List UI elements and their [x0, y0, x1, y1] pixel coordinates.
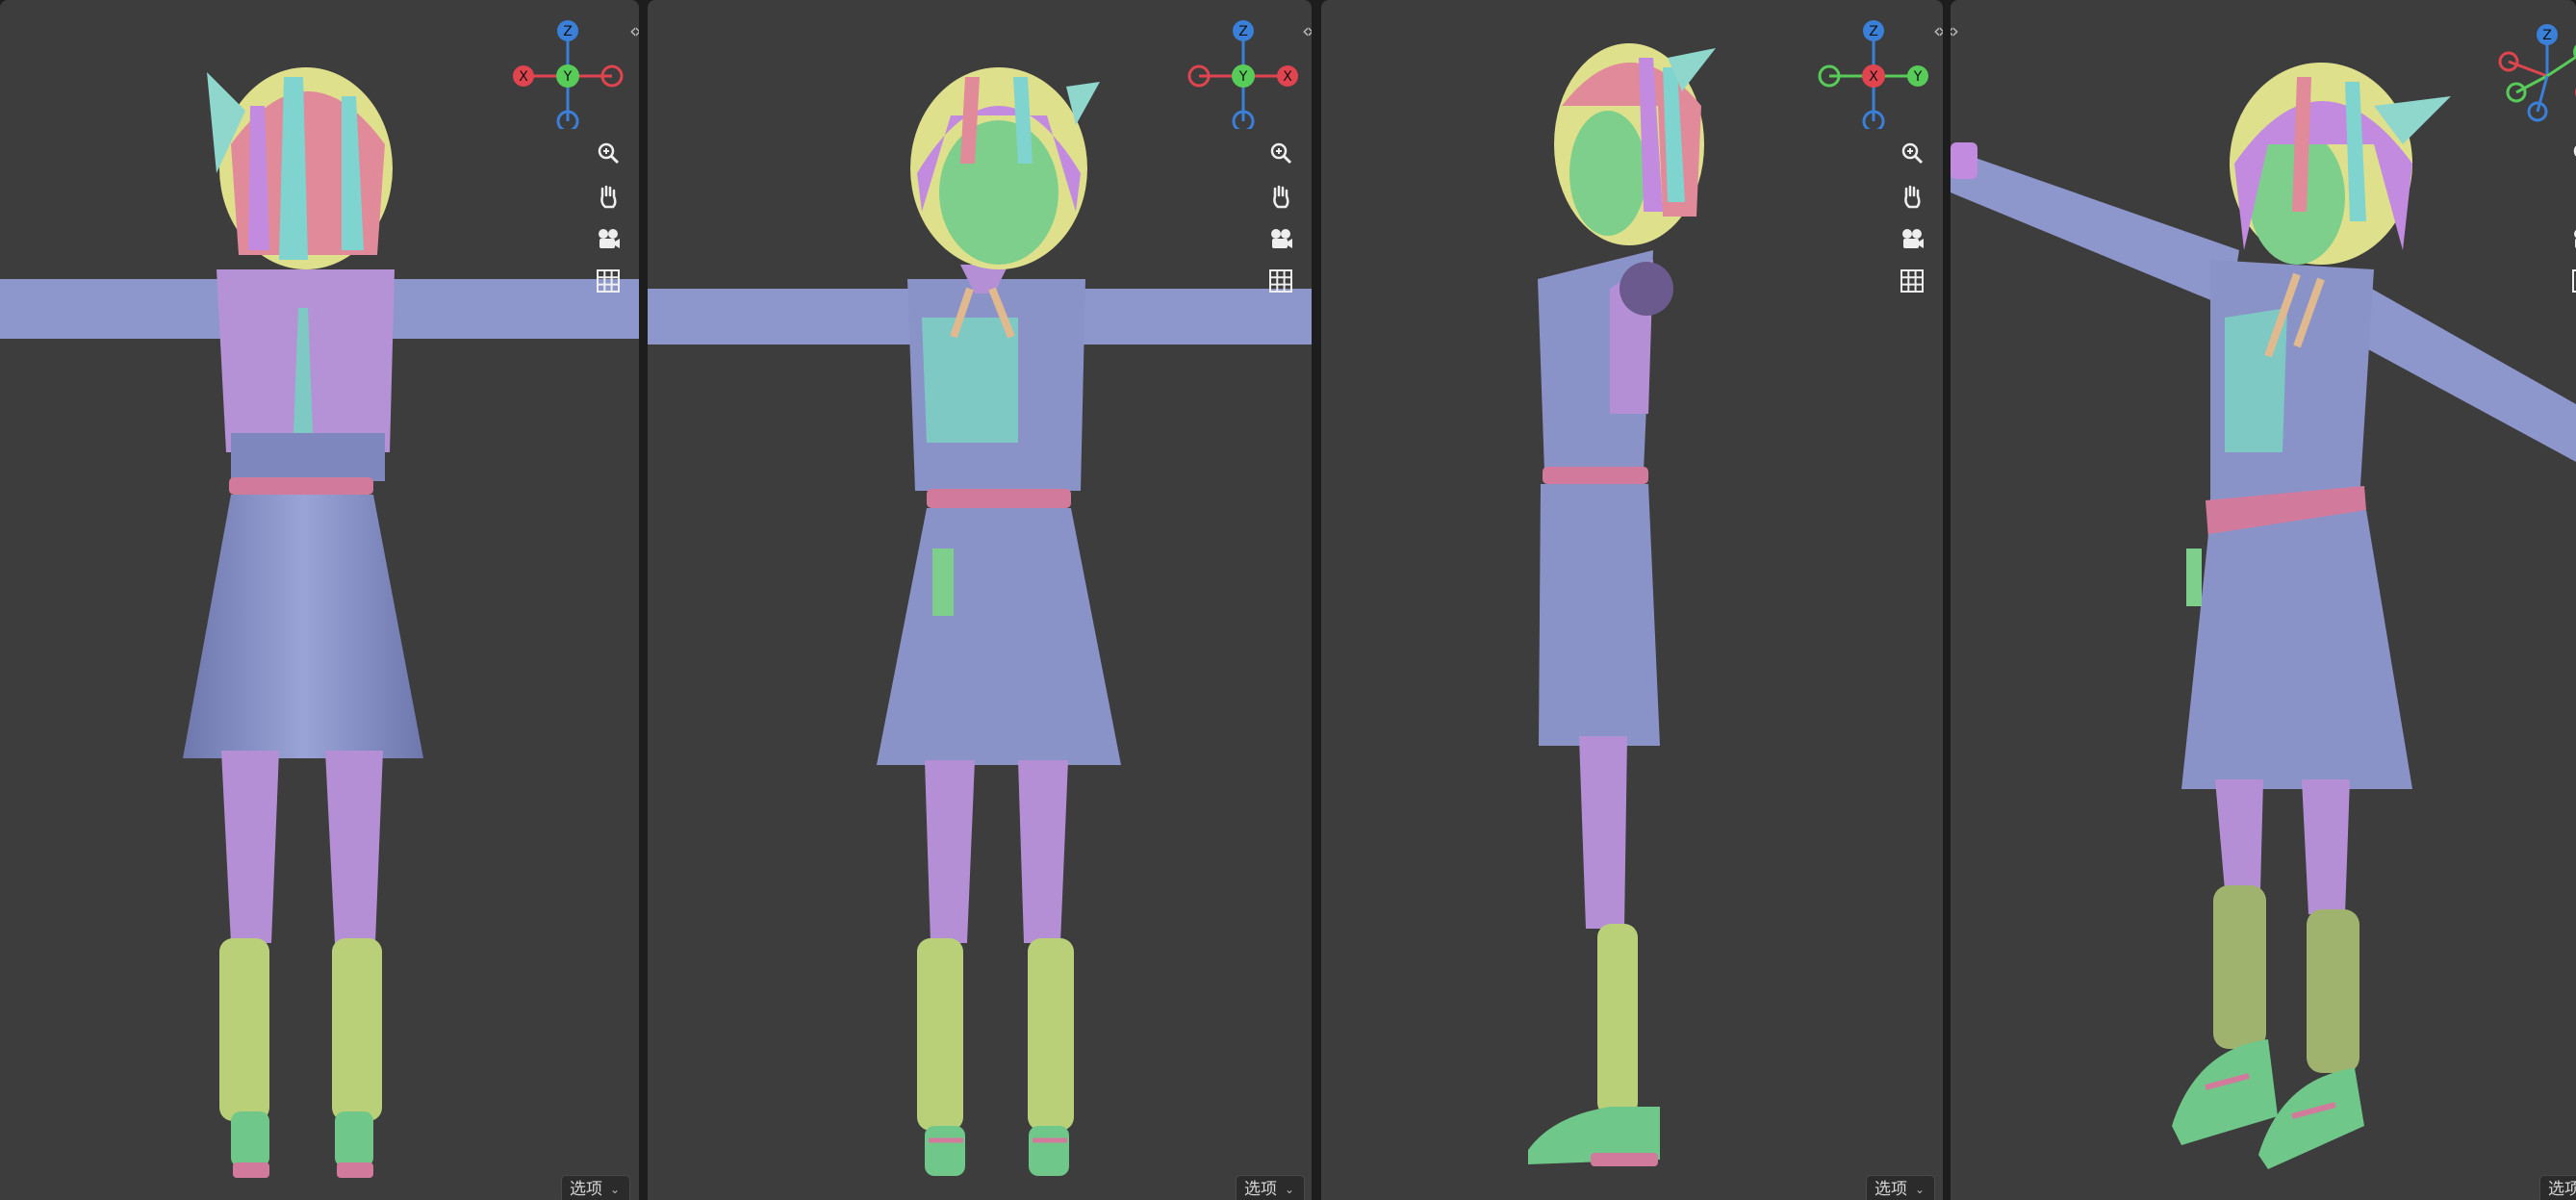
- chevron-down-icon: ⌄: [1915, 1183, 1926, 1196]
- grid-icon[interactable]: [589, 262, 627, 300]
- viewport-back[interactable]: ‹› Z X Y 选项 ⌄: [0, 0, 639, 1200]
- axis-gizmo[interactable]: Z X Y: [510, 13, 625, 129]
- gizmo-center-label: X: [1869, 69, 1878, 85]
- collapse-toggle-icon[interactable]: ‹›: [1302, 21, 1312, 40]
- options-dropdown[interactable]: 选项 ⌄: [1236, 1175, 1305, 1200]
- pan-hand-icon[interactable]: [1893, 177, 1931, 216]
- options-label: 选项: [1244, 1180, 1277, 1199]
- zoom-icon[interactable]: [1893, 135, 1931, 173]
- zoom-icon[interactable]: [1262, 135, 1300, 173]
- collapse-toggle-icon[interactable]: ‹›: [629, 21, 639, 40]
- gizmo-top-label: Z: [563, 24, 573, 39]
- grid-icon[interactable]: [1262, 262, 1300, 300]
- axis-gizmo[interactable]: Z Y: [2489, 13, 2576, 129]
- options-dropdown[interactable]: 选项 ⌄: [1866, 1175, 1935, 1200]
- zoom-icon[interactable]: [589, 135, 627, 173]
- viewport-side[interactable]: ‹› Z Y X 选项 ⌄: [1321, 0, 1943, 1200]
- gizmo-top-label: Z: [1869, 24, 1878, 39]
- gizmo-center-label: Y: [563, 69, 573, 85]
- gizmo-top-label: Z: [2542, 28, 2552, 43]
- viewport-perspective[interactable]: ‹› Z Y 选项 ⌄: [1951, 0, 2576, 1200]
- camera-icon[interactable]: [1262, 219, 1300, 258]
- collapse-toggle-icon[interactable]: ‹›: [1951, 21, 1959, 40]
- camera-icon[interactable]: [1893, 219, 1931, 258]
- gizmo-left-label: X: [519, 69, 528, 85]
- character-perspective-model: [1951, 63, 2576, 1169]
- pan-hand-icon[interactable]: [589, 177, 627, 216]
- options-label: 选项: [1875, 1180, 1907, 1199]
- options-label: 选项: [570, 1180, 602, 1199]
- options-dropdown[interactable]: 选项 ⌄: [561, 1175, 630, 1200]
- pan-hand-icon[interactable]: [1262, 177, 1300, 216]
- chevron-down-icon: ⌄: [610, 1183, 621, 1196]
- gizmo-top-label: Z: [1238, 24, 1248, 39]
- gizmo-center-label: Y: [1238, 69, 1248, 85]
- viewport-front[interactable]: ‹› Z X Y 选项 ⌄: [648, 0, 1312, 1200]
- options-label: 选项: [2548, 1180, 2576, 1199]
- collapse-toggle-icon[interactable]: ‹›: [1933, 21, 1943, 40]
- character-front-model: [648, 67, 1312, 1176]
- camera-icon[interactable]: [589, 219, 627, 258]
- axis-gizmo[interactable]: Z Y X: [1816, 13, 1931, 129]
- axis-gizmo[interactable]: Z X Y: [1186, 13, 1301, 129]
- options-dropdown[interactable]: 选项 ⌄: [2539, 1175, 2576, 1200]
- character-back-model: [0, 67, 639, 1178]
- grid-icon[interactable]: [1893, 262, 1931, 300]
- chevron-down-icon: ⌄: [1285, 1183, 1295, 1196]
- character-side-model: [1528, 43, 1716, 1166]
- gizmo-right-label: Y: [1913, 69, 1923, 85]
- gizmo-right-label: X: [1283, 69, 1292, 85]
